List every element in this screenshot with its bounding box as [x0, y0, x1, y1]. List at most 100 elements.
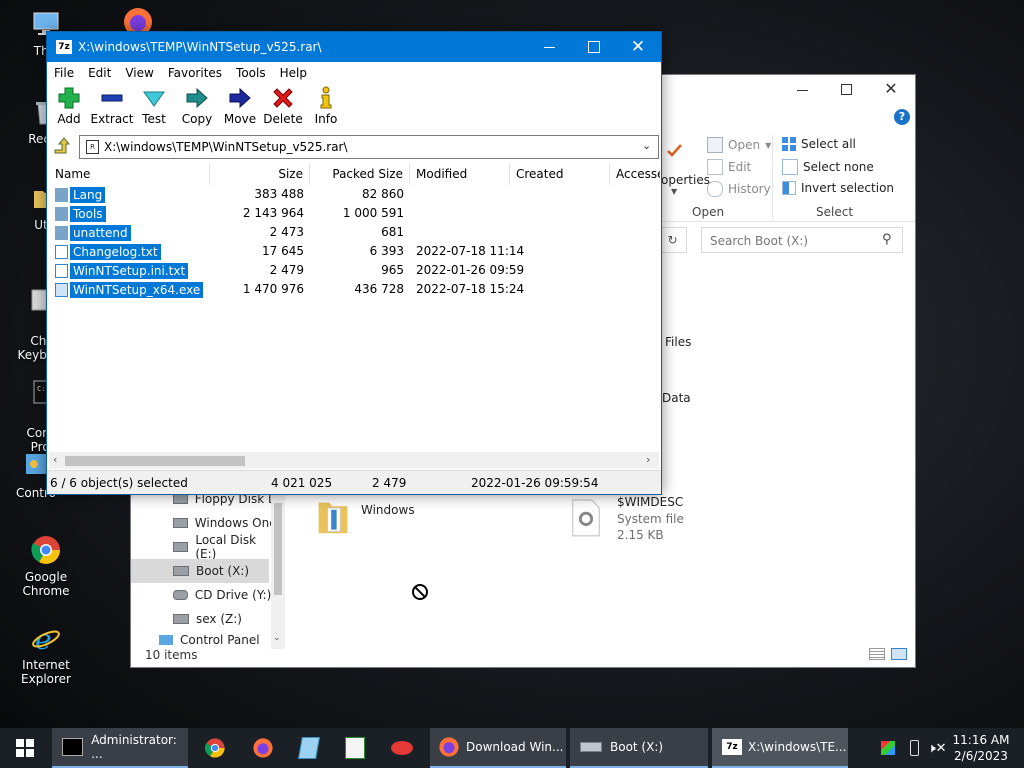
ribbon-group-select-label: Select [816, 205, 854, 219]
firefox-icon [439, 737, 459, 757]
select-none-button[interactable]: Select none [782, 159, 874, 175]
add-label: Add [57, 112, 81, 126]
path-combobox[interactable]: R X:\windows\TEMP\WinNTSetup_v525.rar\ ⌄ [79, 135, 659, 159]
copy-label: Copy [181, 112, 213, 126]
taskbar-item-7zip[interactable]: 7z X:\windows\TE... [712, 728, 848, 768]
explorer-close-button[interactable]: ✕ [881, 79, 901, 99]
open-icon [707, 137, 723, 153]
chevron-down-icon: ▼ [765, 140, 772, 150]
large-icons-view-icon[interactable] [891, 648, 907, 660]
explorer-maximize-button[interactable] [837, 79, 857, 99]
menu-file[interactable]: File [47, 66, 81, 80]
taskbar-firefox[interactable] [244, 728, 282, 768]
nav-scrollbar-thumb[interactable] [274, 503, 282, 595]
table-row[interactable]: WinNTSetup_x64.exe 1 470 976 436 728 202… [53, 280, 653, 299]
table-row[interactable]: Tools 2 143 964 1 000 591 [53, 204, 653, 223]
drive-icon [173, 614, 189, 624]
file-item-wimdesc[interactable]: $WIMDESC System file 2.15 KB [569, 495, 709, 545]
search-input[interactable] [708, 231, 880, 251]
chevron-left-icon[interactable]: ‹ [53, 453, 57, 466]
column-header-packed-size[interactable]: Packed Size [310, 163, 410, 185]
row-name: Tools [70, 205, 106, 222]
nav-item-cd-drive-y[interactable]: CD Drive (Y:) H [131, 583, 277, 607]
table-row[interactable]: WinNTSetup.ini.txt 2 479 965 2022-01-26 … [53, 261, 653, 280]
7zip-title-bar[interactable]: 7z X:\windows\TEMP\WinNTSetup_v525.rar\ … [47, 32, 661, 62]
menu-view[interactable]: View [118, 66, 160, 80]
menu-tools[interactable]: Tools [229, 66, 273, 80]
delete-button[interactable]: Delete [261, 86, 305, 126]
archive-icon: R [86, 140, 99, 154]
desktop-icon-google-chrome[interactable]: Google Chrome [0, 534, 92, 598]
column-header-name[interactable]: Name [49, 163, 210, 185]
taskbar-item-boot-x[interactable]: Boot (X:) [570, 728, 708, 768]
taskbar-item-label: Download Win... [466, 740, 564, 754]
column-header-size[interactable]: Size [210, 163, 310, 185]
7zip-close-button[interactable]: ✕ [615, 32, 661, 62]
7zip-maximize-button[interactable] [571, 32, 615, 62]
explorer-minimize-button[interactable] [793, 79, 813, 99]
nav-item-boot-x[interactable]: Boot (X:) [131, 559, 269, 583]
chevron-down-icon[interactable]: ⌄ [273, 633, 281, 643]
up-folder-button[interactable] [51, 136, 73, 158]
taskbar-item-download-win[interactable]: Download Win... [430, 728, 566, 768]
tray-volume-icon[interactable]: 🕨✕ [926, 728, 948, 768]
nav-item-control-panel[interactable]: Control Panel [131, 633, 277, 645]
menu-favorites[interactable]: Favorites [161, 66, 229, 80]
history-icon [707, 181, 723, 197]
7zip-minimize-button[interactable] [527, 32, 571, 62]
details-view-icon[interactable] [869, 648, 885, 660]
chevron-down-icon[interactable]: ⌄ [642, 139, 651, 152]
history-button[interactable]: History [707, 181, 771, 197]
ribbon-group-open-label: Open [692, 205, 725, 219]
tray-usb-icon[interactable] [904, 728, 924, 768]
open-button[interactable]: Open ▼ [707, 137, 771, 153]
folder-item-windows[interactable]: Windows [315, 495, 435, 545]
start-button[interactable] [0, 728, 50, 768]
horizontal-scrollbar[interactable]: ‹ › [49, 452, 659, 469]
search-box[interactable]: ⚲ [701, 227, 903, 253]
taskbar-item-label: Administrator: ... [91, 733, 177, 761]
desktop-icon-internet-explorer[interactable]: e Internet Explorer [0, 622, 92, 686]
nav-scrollbar[interactable]: ⌄ [271, 493, 285, 649]
select-all-button[interactable]: Select all [782, 137, 856, 151]
column-header-accessed[interactable]: Accesse [610, 163, 660, 185]
row-name: WinNTSetup_x64.exe [70, 281, 204, 298]
7zip-window[interactable]: 7z X:\windows\TEMP\WinNTSetup_v525.rar\ … [46, 31, 662, 495]
tray-clock[interactable]: 11:16 AM 2/6/2023 [950, 728, 1012, 768]
horizontal-scrollbar-thumb[interactable] [65, 456, 245, 466]
nav-item-windows-onec[interactable]: Windows OneC [131, 511, 277, 535]
taskbar-notepad-app[interactable] [290, 728, 328, 768]
minus-icon [101, 94, 123, 102]
help-icon[interactable]: ? [894, 109, 910, 125]
table-row[interactable]: Changelog.txt 17 645 6 393 2022-07-18 11… [53, 242, 653, 261]
invert-selection-button[interactable]: Invert selection [782, 181, 894, 195]
column-header-modified[interactable]: Modified [410, 163, 510, 185]
extract-button[interactable]: Extract [90, 86, 134, 126]
nav-item-label: Windows OneC [194, 516, 277, 530]
nav-item-local-disk-e[interactable]: Local Disk (E:) [131, 533, 277, 561]
exe-file-icon [55, 282, 68, 297]
desktop-icon-label: Google Chrome [22, 570, 70, 598]
properties-button[interactable]: operties ▼ [661, 137, 710, 197]
row-size: 2 479 [269, 263, 304, 277]
taskbar-item-administrator[interactable]: Administrator: ... [52, 728, 188, 768]
table-row[interactable]: unattend 2 473 681 [53, 223, 653, 242]
chevron-right-icon[interactable]: › [646, 453, 650, 466]
folder-item-label: Windows [361, 503, 415, 517]
taskbar-chart-app[interactable] [336, 728, 374, 768]
taskbar-paint-app[interactable] [382, 728, 422, 768]
refresh-button[interactable]: ↻ [659, 227, 687, 253]
menu-edit[interactable]: Edit [81, 66, 118, 80]
test-button[interactable]: Test [132, 86, 176, 126]
menu-help[interactable]: Help [273, 66, 314, 80]
column-header-created[interactable]: Created [510, 163, 610, 185]
nav-item-sex-z[interactable]: sex (Z:) [131, 607, 277, 631]
move-button[interactable]: Move [218, 86, 262, 126]
add-button[interactable]: Add [47, 86, 91, 126]
taskbar-chrome[interactable] [196, 728, 234, 768]
info-button[interactable]: Info [304, 86, 348, 126]
edit-button[interactable]: Edit [707, 159, 751, 175]
tray-color-icon[interactable] [878, 728, 898, 768]
copy-button[interactable]: Copy [175, 86, 219, 126]
table-row[interactable]: Lang 383 488 82 860 [53, 185, 653, 204]
